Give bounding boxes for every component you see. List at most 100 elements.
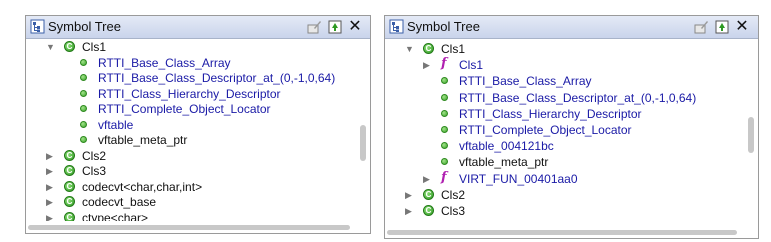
class-icon: C bbox=[64, 149, 75, 161]
tree-node-label: RTTI_Class_Hierarchy_Descriptor bbox=[98, 86, 281, 101]
class-icon: C bbox=[423, 205, 434, 216]
expand-arrow-icon[interactable]: ▶ bbox=[405, 206, 412, 217]
tree-node-label: vftable_004121bc bbox=[459, 139, 554, 154]
vertical-scrollbar[interactable] bbox=[745, 39, 757, 226]
symbol-tree-list-right: ▼ C Cls1 ▶ f Cls1 RTTI_Base_Class_Array RTTI_Ba… bbox=[385, 39, 744, 226]
tree-node-label: codecvt_base bbox=[82, 195, 157, 209]
tree-node-class[interactable]: ▶ C Cls3 bbox=[385, 203, 744, 220]
tree-node-symbol[interactable]: RTTI_Complete_Object_Locator bbox=[26, 101, 356, 118]
tree-node-label: RTTI_Base_Class_Descriptor_at_(0,-1,0,64… bbox=[98, 71, 336, 85]
data-symbol-icon bbox=[80, 58, 87, 66]
function-icon: f bbox=[441, 56, 447, 72]
class-icon: C bbox=[64, 211, 75, 221]
tree-node-label: RTTI_Complete_Object_Locator bbox=[459, 123, 632, 137]
symbol-tree-icon bbox=[30, 19, 45, 34]
expand-arrow-icon[interactable]: ▶ bbox=[46, 151, 53, 162]
expand-arrow-icon[interactable]: ▶ bbox=[423, 174, 430, 185]
tree-node-label: vftable_meta_ptr bbox=[98, 133, 188, 147]
tree-node-label: vftable bbox=[98, 117, 134, 132]
data-symbol-icon bbox=[441, 77, 448, 85]
symbol-tree-panel-left: Symbol Tree ✕ ▼ C Cls1 RTTI_Base_Class_Arra… bbox=[25, 15, 371, 234]
horizontal-scrollbar[interactable] bbox=[385, 227, 758, 237]
expand-arrow-icon[interactable]: ▶ bbox=[46, 197, 53, 208]
tree-node-symbol[interactable]: RTTI_Base_Class_Array bbox=[385, 73, 744, 90]
class-icon: C bbox=[64, 165, 75, 176]
data-symbol-icon bbox=[80, 105, 87, 112]
class-icon: C bbox=[423, 43, 434, 54]
collapse-arrow-icon[interactable]: ▼ bbox=[405, 44, 414, 54]
tree-node-label: Cls3 bbox=[441, 204, 466, 218]
vertical-scrollbar-thumb[interactable] bbox=[748, 117, 754, 153]
symbol-tree-list-left: ▼ C Cls1 RTTI_Base_Class_Array RTTI_Base_Cla… bbox=[26, 39, 356, 221]
tree-node-symbol[interactable]: RTTI_Base_Class_Descriptor_at_(0,-1,0,64… bbox=[385, 90, 744, 107]
tree-node-label: RTTI_Complete_Object_Locator bbox=[98, 102, 271, 116]
tree-node-label: codecvt<char,char,int> bbox=[82, 179, 203, 194]
horizontal-scrollbar-thumb[interactable] bbox=[28, 225, 350, 230]
class-icon: C bbox=[64, 180, 75, 192]
expand-arrow-icon[interactable]: ▶ bbox=[405, 190, 412, 201]
expand-arrow-icon[interactable]: ▶ bbox=[46, 213, 53, 222]
panel-title: Symbol Tree bbox=[407, 19, 480, 34]
close-icon[interactable]: ✕ bbox=[735, 19, 749, 35]
tree-node-label: Cls3 bbox=[82, 164, 107, 178]
symbol-tree-panel-right: Symbol Tree ✕ ▼ C Cls1 ▶ f Cls1 RTTI_Base_Clas… bbox=[384, 15, 759, 239]
data-symbol-icon bbox=[441, 93, 448, 101]
tree-node-symbol[interactable]: ▶ f Cls1 bbox=[385, 56, 744, 74]
tree-node-label: RTTI_Base_Class_Array bbox=[98, 55, 231, 70]
class-icon: C bbox=[64, 196, 75, 207]
tree-node-class[interactable]: ▶ Ccodecvt_base bbox=[26, 194, 356, 211]
tree-node-class[interactable]: ▶ Cctype<char> bbox=[26, 210, 356, 222]
data-symbol-icon bbox=[80, 120, 87, 128]
tree-node-class[interactable]: ▶ C Cls3 bbox=[26, 163, 356, 180]
edit-icon[interactable] bbox=[693, 19, 709, 35]
tree-node-symbol[interactable]: ▶ f VIRT_FUN_00401aa0 bbox=[385, 170, 744, 188]
tree-node-symbol[interactable]: vftable_meta_ptr bbox=[385, 154, 744, 171]
collapse-arrow-icon[interactable]: ▼ bbox=[46, 42, 55, 52]
tree-node-label: Cls1 bbox=[82, 40, 107, 54]
tree-node-label: Cls2 bbox=[441, 187, 466, 202]
tree-node-class[interactable]: ▶ C Cls2 bbox=[26, 148, 356, 165]
tree-node-symbol[interactable]: RTTI_Complete_Object_Locator bbox=[385, 122, 744, 139]
expand-arrow-icon[interactable]: ▶ bbox=[46, 182, 53, 193]
tree-node-class[interactable]: ▶ Ccodecvt<char,char,int> bbox=[26, 179, 356, 196]
tree-node-class[interactable]: ▼ C Cls1 bbox=[385, 41, 744, 58]
expand-arrow-icon[interactable]: ▶ bbox=[423, 60, 430, 71]
tree-node-symbol[interactable]: vftable_meta_ptr bbox=[26, 132, 356, 149]
snapshot-icon[interactable] bbox=[327, 19, 343, 35]
tree-node-symbol[interactable]: RTTI_Base_Class_Array bbox=[26, 55, 356, 72]
panel-title-bar: Symbol Tree ✕ bbox=[385, 16, 758, 39]
data-symbol-icon bbox=[80, 136, 87, 143]
tree-node-symbol[interactable]: RTTI_Class_Hierarchy_Descriptor bbox=[385, 106, 744, 123]
tree-node-label: VIRT_FUN_00401aa0 bbox=[459, 171, 578, 186]
class-icon: C bbox=[423, 188, 434, 200]
snapshot-icon[interactable] bbox=[714, 19, 730, 35]
tree-node-label: vftable_meta_ptr bbox=[459, 155, 549, 170]
tree-node-class[interactable]: ▶ C Cls2 bbox=[385, 187, 744, 204]
horizontal-scrollbar-thumb[interactable] bbox=[387, 230, 737, 235]
tree-node-symbol[interactable]: RTTI_Class_Hierarchy_Descriptor bbox=[26, 86, 356, 103]
tree-node-symbol[interactable]: RTTI_Base_Class_Descriptor_at_(0,-1,0,64… bbox=[26, 70, 356, 87]
vertical-scrollbar[interactable] bbox=[357, 39, 369, 221]
vertical-scrollbar-thumb[interactable] bbox=[360, 125, 366, 161]
tree-node-label: RTTI_Base_Class_Array bbox=[459, 74, 592, 89]
tree-node-label: Cls1 bbox=[459, 58, 484, 73]
horizontal-scrollbar[interactable] bbox=[26, 222, 370, 232]
data-symbol-icon bbox=[441, 142, 448, 150]
tree-node-label: ctype<char> bbox=[82, 210, 149, 222]
class-icon: C bbox=[64, 41, 75, 52]
panel-title: Symbol Tree bbox=[48, 19, 121, 34]
tree-node-label: Cls1 bbox=[441, 42, 466, 56]
tree-node-symbol[interactable]: vftable_004121bc bbox=[385, 138, 744, 155]
expand-arrow-icon[interactable]: ▶ bbox=[46, 166, 53, 177]
symbol-tree-icon bbox=[389, 19, 404, 34]
data-symbol-icon bbox=[441, 109, 448, 117]
close-icon[interactable]: ✕ bbox=[348, 19, 362, 35]
edit-icon[interactable] bbox=[306, 19, 322, 35]
tree-node-label: RTTI_Class_Hierarchy_Descriptor bbox=[459, 106, 642, 121]
tree-node-label: RTTI_Base_Class_Descriptor_at_(0,-1,0,64… bbox=[459, 90, 697, 105]
tree-node-class[interactable]: ▼ C Cls1 bbox=[26, 39, 356, 56]
tree-node-symbol[interactable]: vftable bbox=[26, 117, 356, 134]
data-symbol-icon bbox=[80, 89, 87, 97]
data-symbol-icon bbox=[441, 158, 448, 166]
data-symbol-icon bbox=[441, 126, 448, 133]
